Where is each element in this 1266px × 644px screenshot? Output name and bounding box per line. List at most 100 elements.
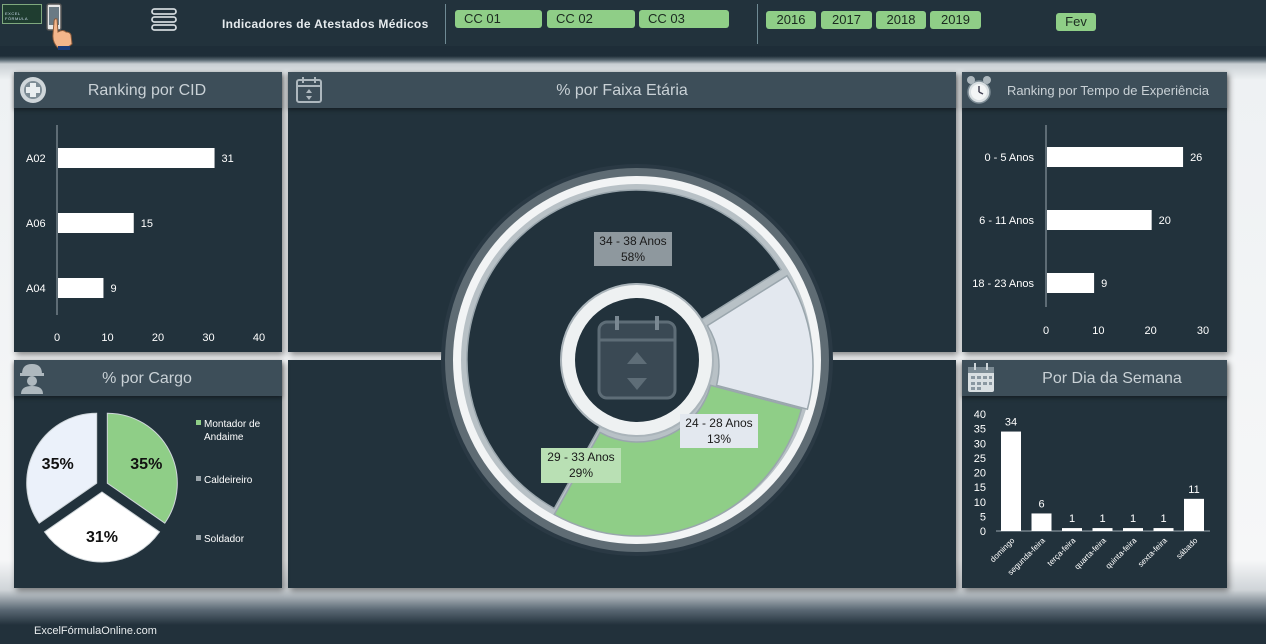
filter-cc-01[interactable]: CC 01 <box>455 10 542 28</box>
calendar-grid-icon <box>968 363 994 392</box>
data-label: 31% <box>86 529 118 546</box>
bar <box>1092 528 1113 531</box>
legend-marker <box>196 420 201 425</box>
cargo-panel-header: % por Cargo <box>14 360 282 396</box>
tick-label: 20 <box>974 468 986 480</box>
bar <box>1184 498 1204 531</box>
legend-label: Soldador <box>204 534 245 545</box>
filter-year-2016[interactable]: 2016 <box>766 11 816 29</box>
tick-label: 40 <box>253 332 265 344</box>
calendar-icon <box>296 77 322 103</box>
filter-year-2018[interactable]: 2018 <box>876 11 926 29</box>
category-label: 0 - 5 Anos <box>984 152 1034 164</box>
worker-helmet-icon <box>20 364 44 394</box>
experiencia-panel-header: Ranking por Tempo de Experiência <box>962 72 1227 108</box>
data-label: 35% <box>42 456 74 473</box>
tick-label: 20 <box>1145 325 1157 337</box>
cid-panel-header: Ranking por CID <box>14 72 282 108</box>
bar <box>1047 147 1184 167</box>
data-label: 31 <box>222 153 234 165</box>
data-label: 1 <box>1160 513 1166 525</box>
tick-label: 30 <box>1197 325 1209 337</box>
filter-year-2017[interactable]: 2017 <box>821 11 872 29</box>
filter-cc-02[interactable]: CC 02 <box>547 10 635 28</box>
divider <box>445 4 446 44</box>
data-label: 26 <box>1190 152 1202 164</box>
filter-cc-03[interactable]: CC 03 <box>639 10 729 28</box>
bar <box>1062 528 1082 531</box>
data-label: 6 <box>1038 498 1044 510</box>
category-label: 18 - 23 Anos <box>972 278 1034 290</box>
filter-year-2019[interactable]: 2019 <box>930 11 981 29</box>
category-label: quarta-feira <box>1073 536 1109 572</box>
divider <box>757 4 758 44</box>
legend-label: Montador de <box>204 419 261 430</box>
bar <box>1123 528 1143 531</box>
legend-label: Caldeireiro <box>204 475 253 486</box>
category-label: 6 - 11 Anos <box>979 215 1034 227</box>
alarm-clock-icon <box>967 76 991 104</box>
category-label: sábado <box>1174 536 1199 561</box>
tick-label: 0 <box>980 526 986 538</box>
category-label: terça-feira <box>1046 536 1078 568</box>
category-label: domingo <box>988 536 1016 564</box>
data-label: 9 <box>1101 278 1107 290</box>
data-label: 11 <box>1188 484 1199 496</box>
faixa-chart: 34 - 38 Anos 58% 24 - 28 Anos 13% 29 - 33 An… <box>441 164 833 556</box>
tick-label: 0 <box>54 332 60 344</box>
tick-label: 25 <box>974 453 986 465</box>
tick-label: 20 <box>152 332 164 344</box>
dia-panel-header: Por Dia da Semana <box>962 360 1227 396</box>
tick-label: 10 <box>1092 325 1104 337</box>
tick-label: 40 <box>974 409 986 421</box>
cargo-panel-title: % por Cargo <box>102 370 192 387</box>
cid-panel-title: Ranking por CID <box>87 82 207 99</box>
data-label: 20 <box>1159 215 1171 227</box>
logo: EXCEL FÓRMULA <box>2 4 42 24</box>
tick-label: 0 <box>1043 325 1049 337</box>
page-title: Indicadores de Atestados Médicos <box>222 17 429 31</box>
bar <box>1153 528 1174 531</box>
faixa-panel-header: % por Faixa Etária <box>288 72 956 108</box>
tick-label: 35 <box>974 424 986 436</box>
calendar-center-icon <box>597 316 677 400</box>
first-aid-icon <box>20 77 46 103</box>
data-label: 15 <box>141 218 153 230</box>
touch-hand-icon[interactable] <box>44 2 78 50</box>
menu-icon[interactable] <box>150 8 180 32</box>
bar <box>58 278 104 298</box>
data-label: 29 - 33 Anos <box>547 450 614 464</box>
data-label: 34 - 38 Anos <box>599 234 666 248</box>
data-label: 1 <box>1099 513 1105 525</box>
data-label: 29% <box>569 466 593 480</box>
tick-label: 10 <box>974 497 986 509</box>
data-label: 34 <box>1005 417 1017 429</box>
bar <box>58 213 134 233</box>
faixa-panel-title: % por Faixa Etária <box>556 82 688 99</box>
dia-panel-title: Por Dia da Semana <box>1042 370 1182 387</box>
logo-text: EXCEL FÓRMULA <box>5 11 29 21</box>
category-label: sexta-feira <box>1136 536 1169 569</box>
filter-month[interactable]: Fev <box>1056 13 1096 31</box>
bar <box>58 148 215 168</box>
data-label: 24 - 28 Anos <box>685 416 752 430</box>
tick-label: 15 <box>974 482 986 494</box>
bar <box>1047 273 1095 293</box>
data-label: 1 <box>1069 513 1075 525</box>
category-label: A04 <box>26 283 46 295</box>
data-label: 58% <box>621 250 645 264</box>
experiencia-chart: 0 - 5 Anos 26 6 - 11 Anos 20 18 - 23 Anos 9 0 1… <box>972 125 1209 337</box>
bar <box>1047 210 1152 230</box>
cid-chart: A02 31 A06 15 A04 9 0 10 20 30 40 <box>26 125 265 344</box>
tick-label: 30 <box>974 438 986 450</box>
tick-label: 10 <box>101 332 113 344</box>
legend-marker <box>196 535 201 540</box>
data-label: 1 <box>1130 513 1136 525</box>
data-label: 9 <box>110 283 116 295</box>
data-label: 35% <box>130 456 162 473</box>
bar <box>1001 431 1021 531</box>
category-label: quinta-feira <box>1104 536 1139 571</box>
dia-chart: 051015202530354034domingo6segunda-feira1… <box>974 409 1210 577</box>
category-label: A02 <box>26 153 46 165</box>
footer-text[interactable]: ExcelFórmulaOnline.com <box>34 625 157 637</box>
